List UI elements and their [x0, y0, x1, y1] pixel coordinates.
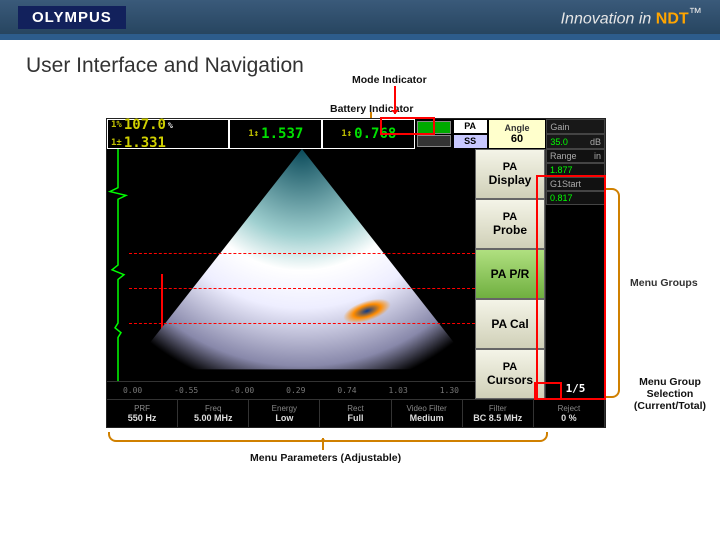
gain-value: 35.0	[550, 137, 568, 147]
overlay-lines	[129, 149, 475, 381]
range-value: 1.877	[550, 165, 573, 175]
meas-c-icon: 1↕	[341, 129, 352, 139]
menu-btn-main: Cursors	[487, 373, 533, 387]
tagline-ndt: NDT	[656, 11, 689, 28]
meas-b-value: 1.537	[261, 126, 303, 142]
param-filter[interactable]: FilterBC 8.5 MHz	[463, 400, 534, 427]
param-unit: MHz	[214, 413, 233, 423]
measurement-box-1: 1%107.0% 1±1.331	[107, 119, 229, 149]
param-videofilter[interactable]: Video FilterMedium	[392, 400, 463, 427]
param-value: Low	[275, 413, 293, 423]
annot-menu-params: Menu Parameters (Adjustable)	[250, 452, 401, 464]
param-label: Video Filter	[406, 404, 446, 413]
mode-ss[interactable]: SS	[453, 134, 488, 149]
param-unit: %	[569, 413, 577, 423]
current-param-label: Angle	[505, 123, 530, 133]
brand-header: OLYMPUS Innovation in NDT™	[0, 0, 720, 34]
mid-row: 0.00 -0.55 -0.00 0.29 0.74 1.03 1.30 PAD…	[107, 149, 605, 399]
menu-btn-small: PA	[503, 161, 517, 173]
brand-tagline: Innovation in NDT™	[561, 5, 702, 28]
menu-btn-small: PA	[503, 361, 517, 373]
axis-tick: 1.03	[389, 386, 408, 395]
arrow-mode	[394, 86, 396, 114]
param-label: Filter	[489, 404, 507, 413]
highlight-mode	[380, 117, 435, 135]
axis-tick: 0.00	[123, 386, 142, 395]
param-label: PRF	[134, 404, 150, 413]
annot-menu-group-sel: Menu Group Selection (Current/Total)	[630, 376, 710, 412]
gain-unit: dB	[590, 137, 601, 147]
bracket-menu-groups	[606, 188, 620, 398]
param-value: 5.00	[194, 413, 212, 423]
axis-tick: 0.29	[286, 386, 305, 395]
param-reject[interactable]: Reject0 %	[534, 400, 605, 427]
axis-tick: 1.30	[440, 386, 459, 395]
axis-tick: 0.74	[337, 386, 356, 395]
meas-a1-unit: %	[168, 121, 173, 130]
axis-tick: -0.00	[230, 386, 254, 395]
measurement-box-2: 1↕1.537	[229, 119, 322, 149]
gain-label: Gain	[550, 122, 569, 132]
param-label: Reject	[558, 404, 581, 413]
current-param-value: 60	[511, 133, 523, 145]
param-unit: MHz	[504, 413, 523, 423]
menu-btn-main: Display	[489, 173, 532, 187]
param-label: Rect	[347, 404, 363, 413]
menu-btn-display[interactable]: PADisplay	[475, 149, 545, 199]
menu-btn-main: PA Cal	[491, 317, 528, 331]
ascan-strip	[107, 149, 129, 381]
mode-pa[interactable]: PA	[453, 119, 488, 134]
axis-tick: -0.55	[174, 386, 198, 395]
bottom-params: PRF550 Hz Freq5.00 MHz EnergyLow RectFul…	[107, 399, 605, 427]
meas-b-icon: 1↕	[248, 129, 259, 139]
menu-btn-main: PA P/R	[491, 267, 530, 281]
menu-btn-probe[interactable]: PAProbe	[475, 199, 545, 249]
tagline-pre: Innovation in	[561, 11, 656, 28]
range-unit: in	[594, 151, 601, 161]
highlight-menu-groups	[536, 175, 606, 400]
top-readout-row: 1%107.0% 1±1.331 1↕1.537 1↕0.768 PA SS A…	[107, 119, 605, 149]
param-energy[interactable]: EnergyLow	[249, 400, 320, 427]
param-rect[interactable]: RectFull	[320, 400, 391, 427]
scan-axis: 0.00 -0.55 -0.00 0.29 0.74 1.03 1.30	[107, 381, 475, 399]
range-label: Range	[550, 151, 577, 161]
annot-menu-groups: Menu Groups	[630, 277, 698, 289]
param-prf[interactable]: PRF550 Hz	[107, 400, 178, 427]
param-value: 550	[128, 413, 143, 423]
param-label: Freq	[205, 404, 221, 413]
param-value: 0	[561, 413, 566, 423]
param-label: Energy	[272, 404, 297, 413]
menu-btn-small: PA	[503, 211, 517, 223]
scan-display[interactable]: 0.00 -0.55 -0.00 0.29 0.74 1.03 1.30	[107, 149, 475, 399]
annot-mode: Mode Indicator	[352, 74, 427, 86]
device-screen: 1%107.0% 1±1.331 1↕1.537 1↕0.768 PA SS A…	[106, 118, 606, 428]
param-value: Medium	[410, 413, 444, 423]
param-freq[interactable]: Freq5.00 MHz	[178, 400, 249, 427]
gain-box[interactable]: Gain 35.0 dB	[546, 119, 605, 149]
meas-a1-value: 107.0	[124, 117, 166, 133]
current-param-box[interactable]: Angle 60	[488, 119, 547, 149]
bracket-params	[108, 432, 548, 442]
highlight-page	[534, 382, 562, 400]
menu-btn-main: Probe	[493, 223, 527, 237]
menu-groups: PADisplay PAProbe PA P/R PA Cal PACursor…	[475, 149, 545, 399]
mode-indicator[interactable]: PA SS	[453, 119, 488, 149]
meas-a1-icon: 1%	[111, 120, 122, 130]
battery-cell	[417, 135, 450, 148]
range-box[interactable]: Range in	[546, 149, 605, 163]
param-unit: Hz	[145, 413, 156, 423]
menu-btn-cal[interactable]: PA Cal	[475, 299, 545, 349]
menu-btn-pr[interactable]: PA P/R	[475, 249, 545, 299]
param-value: Full	[347, 413, 363, 423]
meas-a2-icon: 1±	[111, 138, 122, 148]
brand-logo: OLYMPUS	[18, 6, 126, 29]
param-value: BC 8.5	[473, 413, 501, 423]
